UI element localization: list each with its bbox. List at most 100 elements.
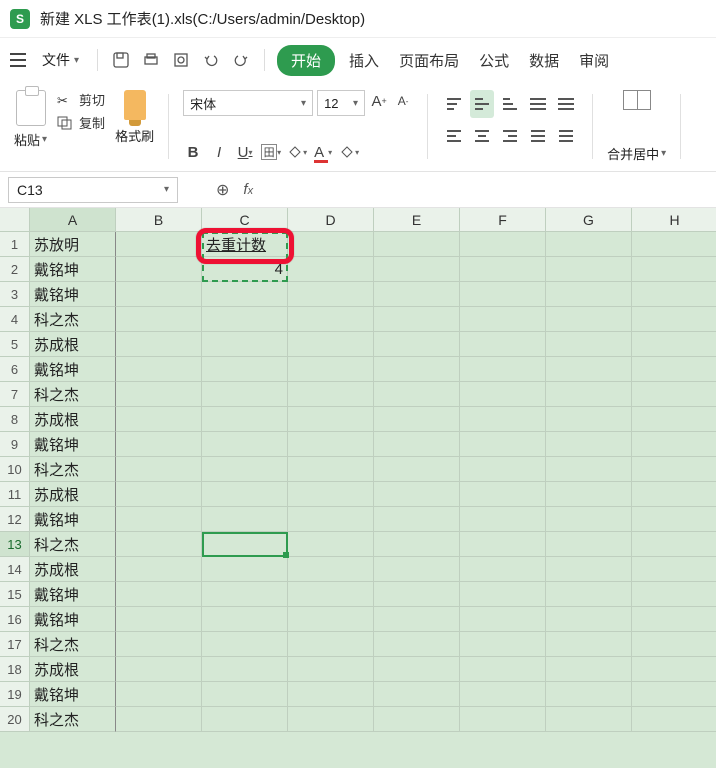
cell-H2[interactable]: [632, 257, 716, 282]
bold-button[interactable]: B: [183, 141, 203, 163]
cell-B4[interactable]: [116, 307, 202, 332]
align-left-icon[interactable]: [442, 122, 466, 150]
cell-A18[interactable]: 苏成根: [30, 657, 116, 682]
row-header-10[interactable]: 10: [0, 457, 30, 482]
cell-E17[interactable]: [374, 632, 460, 657]
cell-C15[interactable]: [202, 582, 288, 607]
cell-D10[interactable]: [288, 457, 374, 482]
cell-G3[interactable]: [546, 282, 632, 307]
paste-button[interactable]: 粘贴▾: [14, 130, 47, 149]
cell-H15[interactable]: [632, 582, 716, 607]
cell-C11[interactable]: [202, 482, 288, 507]
cell-F14[interactable]: [460, 557, 546, 582]
cell-A11[interactable]: 苏成根: [30, 482, 116, 507]
cell-F4[interactable]: [460, 307, 546, 332]
row-header-15[interactable]: 15: [0, 582, 30, 607]
cell-B3[interactable]: [116, 282, 202, 307]
cell-A9[interactable]: 戴铭坤: [30, 432, 116, 457]
row-header-6[interactable]: 6: [0, 357, 30, 382]
cell-E15[interactable]: [374, 582, 460, 607]
menu-icon[interactable]: [10, 53, 26, 67]
italic-button[interactable]: I: [209, 141, 229, 163]
cell-A4[interactable]: 科之杰: [30, 307, 116, 332]
cell-D12[interactable]: [288, 507, 374, 532]
cell-B11[interactable]: [116, 482, 202, 507]
row-header-14[interactable]: 14: [0, 557, 30, 582]
cell-B12[interactable]: [116, 507, 202, 532]
cell-C14[interactable]: [202, 557, 288, 582]
cell-H18[interactable]: [632, 657, 716, 682]
column-header-C[interactable]: C: [202, 208, 288, 232]
cell-E1[interactable]: [374, 232, 460, 257]
cell-G9[interactable]: [546, 432, 632, 457]
row-header-1[interactable]: 1: [0, 232, 30, 257]
decrease-font-icon[interactable]: A-: [393, 90, 413, 112]
cell-G8[interactable]: [546, 407, 632, 432]
cell-B6[interactable]: [116, 357, 202, 382]
cut-button[interactable]: ✂剪切: [57, 90, 105, 109]
row-header-19[interactable]: 19: [0, 682, 30, 707]
align-middle-icon[interactable]: [470, 90, 494, 118]
cell-D15[interactable]: [288, 582, 374, 607]
format-painter-icon[interactable]: [124, 90, 146, 120]
cell-F20[interactable]: [460, 707, 546, 732]
cell-F2[interactable]: [460, 257, 546, 282]
cell-B17[interactable]: [116, 632, 202, 657]
cell-H7[interactable]: [632, 382, 716, 407]
row-header-4[interactable]: 4: [0, 307, 30, 332]
cell-H14[interactable]: [632, 557, 716, 582]
indent-decrease-icon[interactable]: [526, 90, 550, 118]
column-header-G[interactable]: G: [546, 208, 632, 232]
cell-A15[interactable]: 戴铭坤: [30, 582, 116, 607]
cell-C18[interactable]: [202, 657, 288, 682]
cell-C1[interactable]: 去重计数: [202, 232, 288, 257]
cell-D16[interactable]: [288, 607, 374, 632]
cell-D20[interactable]: [288, 707, 374, 732]
cell-H9[interactable]: [632, 432, 716, 457]
row-header-18[interactable]: 18: [0, 657, 30, 682]
cell-A1[interactable]: 苏放明: [30, 232, 116, 257]
cell-D7[interactable]: [288, 382, 374, 407]
print-icon[interactable]: [140, 49, 162, 71]
cell-C4[interactable]: [202, 307, 288, 332]
cell-G19[interactable]: [546, 682, 632, 707]
cell-G16[interactable]: [546, 607, 632, 632]
row-header-16[interactable]: 16: [0, 607, 30, 632]
font-name-combo[interactable]: 宋体▾: [183, 90, 313, 116]
cell-H20[interactable]: [632, 707, 716, 732]
cell-E14[interactable]: [374, 557, 460, 582]
cell-D18[interactable]: [288, 657, 374, 682]
cell-H12[interactable]: [632, 507, 716, 532]
cell-E11[interactable]: [374, 482, 460, 507]
cell-E4[interactable]: [374, 307, 460, 332]
cell-A2[interactable]: 戴铭坤: [30, 257, 116, 282]
cell-B19[interactable]: [116, 682, 202, 707]
copy-button[interactable]: 复制: [57, 113, 105, 132]
cell-H13[interactable]: [632, 532, 716, 557]
cell-B20[interactable]: [116, 707, 202, 732]
border-button[interactable]: 田▾: [261, 141, 281, 163]
font-color-button[interactable]: A▾: [313, 141, 333, 163]
cell-C19[interactable]: [202, 682, 288, 707]
cell-C12[interactable]: [202, 507, 288, 532]
cell-A8[interactable]: 苏成根: [30, 407, 116, 432]
cell-F9[interactable]: [460, 432, 546, 457]
cell-A19[interactable]: 戴铭坤: [30, 682, 116, 707]
cell-A16[interactable]: 戴铭坤: [30, 607, 116, 632]
column-header-B[interactable]: B: [116, 208, 202, 232]
cell-C6[interactable]: [202, 357, 288, 382]
tab-data[interactable]: 数据: [523, 46, 565, 75]
cell-C3[interactable]: [202, 282, 288, 307]
save-icon[interactable]: [110, 49, 132, 71]
cell-G20[interactable]: [546, 707, 632, 732]
zoom-icon[interactable]: ⊕: [216, 180, 229, 200]
paste-icon[interactable]: [16, 90, 46, 126]
cell-F11[interactable]: [460, 482, 546, 507]
cell-E5[interactable]: [374, 332, 460, 357]
cell-D13[interactable]: [288, 532, 374, 557]
cell-H8[interactable]: [632, 407, 716, 432]
cell-F18[interactable]: [460, 657, 546, 682]
cell-F12[interactable]: [460, 507, 546, 532]
row-header-5[interactable]: 5: [0, 332, 30, 357]
select-all-corner[interactable]: [0, 208, 30, 232]
